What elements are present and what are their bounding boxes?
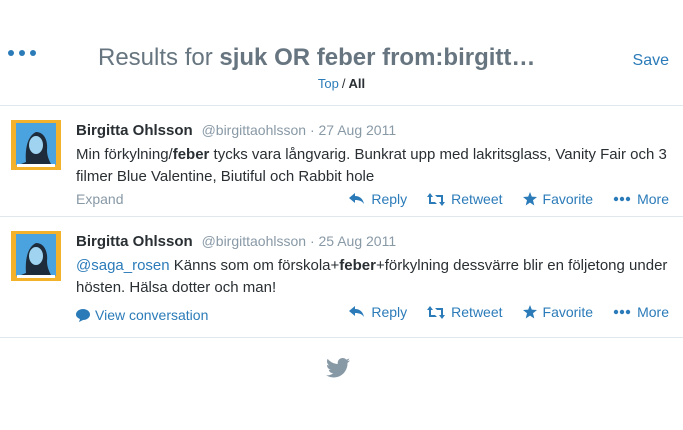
- user-handle[interactable]: @birgittaohlsson: [202, 122, 307, 138]
- retweet-label: Retweet: [451, 304, 503, 320]
- page-title: Results for sjuk OR feber from:birgitt…: [98, 44, 535, 72]
- title-prefix: Results for: [98, 44, 220, 71]
- mention-link[interactable]: @saga_rosen: [76, 257, 170, 274]
- twitter-bird-icon: [326, 358, 350, 378]
- tweet-actions: Reply Retweet Favorite More: [329, 304, 669, 320]
- retweet-button[interactable]: Retweet: [427, 304, 503, 320]
- favorite-button[interactable]: Favorite: [522, 191, 594, 207]
- favorite-label: Favorite: [542, 191, 594, 207]
- reply-label: Reply: [371, 304, 408, 320]
- user-handle[interactable]: @birgittaohlsson: [202, 233, 307, 249]
- more-dots-icon: [613, 309, 631, 315]
- retweet-icon: [427, 305, 446, 319]
- results-filter: Top / All: [0, 76, 683, 91]
- highlighted-term: feber: [339, 257, 376, 274]
- reply-label: Reply: [371, 191, 408, 207]
- view-conversation-label: View conversation: [95, 307, 209, 323]
- tweet-item[interactable]: Birgitta Ohlsson @birgittaohlsson · 27 A…: [0, 106, 683, 217]
- tweet-actions: Reply Retweet Favorite More: [329, 191, 669, 207]
- more-dots-icon[interactable]: [8, 48, 36, 58]
- save-search-button[interactable]: Save: [633, 52, 669, 70]
- reply-button[interactable]: Reply: [349, 304, 407, 320]
- reply-icon: [349, 306, 365, 317]
- favorite-button[interactable]: Favorite: [522, 304, 594, 320]
- tweet-text-part: Min förkylning/: [76, 146, 173, 163]
- search-query: sjuk OR feber from:birgitt…: [219, 44, 536, 71]
- avatar[interactable]: [11, 231, 61, 281]
- search-header: Results for sjuk OR feber from:birgitt… …: [0, 0, 683, 106]
- tweet-text-part: Känns som om förskola+: [169, 257, 340, 274]
- more-button[interactable]: More: [613, 191, 669, 207]
- avatar[interactable]: [11, 120, 61, 170]
- more-label: More: [637, 191, 669, 207]
- tweet-text: Min förkylning/feber tycks vara långvari…: [76, 144, 676, 188]
- tweet-item[interactable]: Birgitta Ohlsson @birgittaohlsson · 25 A…: [0, 217, 683, 338]
- reply-button[interactable]: Reply: [349, 191, 407, 207]
- tweet-header: Birgitta Ohlsson @birgittaohlsson · 25 A…: [76, 233, 396, 250]
- retweet-label: Retweet: [451, 191, 503, 207]
- more-dots-icon: [613, 196, 631, 202]
- favorite-star-icon: [522, 305, 537, 319]
- conversation-bubble-icon: [76, 308, 90, 322]
- highlighted-term: feber: [172, 146, 210, 163]
- reply-icon: [349, 193, 365, 204]
- user-name[interactable]: Birgitta Ohlsson: [76, 122, 193, 139]
- expand-link[interactable]: Expand: [76, 191, 123, 207]
- user-name[interactable]: Birgitta Ohlsson: [76, 233, 193, 250]
- tweet-date[interactable]: · 25 Aug 2011: [310, 233, 396, 249]
- tweet-header: Birgitta Ohlsson @birgittaohlsson · 27 A…: [76, 122, 396, 139]
- retweet-icon: [427, 192, 446, 206]
- more-label: More: [637, 304, 669, 320]
- filter-top-link[interactable]: Top: [318, 76, 339, 91]
- tweet-date[interactable]: · 27 Aug 2011: [310, 122, 396, 138]
- favorite-label: Favorite: [542, 304, 594, 320]
- view-conversation-link[interactable]: View conversation: [76, 307, 208, 323]
- favorite-star-icon: [522, 192, 537, 206]
- filter-separator: /: [341, 76, 346, 91]
- filter-all-selected[interactable]: All: [348, 76, 365, 91]
- more-button[interactable]: More: [613, 304, 669, 320]
- retweet-button[interactable]: Retweet: [427, 191, 503, 207]
- tweet-text: @saga_rosen Känns som om förskola+feber+…: [76, 255, 676, 299]
